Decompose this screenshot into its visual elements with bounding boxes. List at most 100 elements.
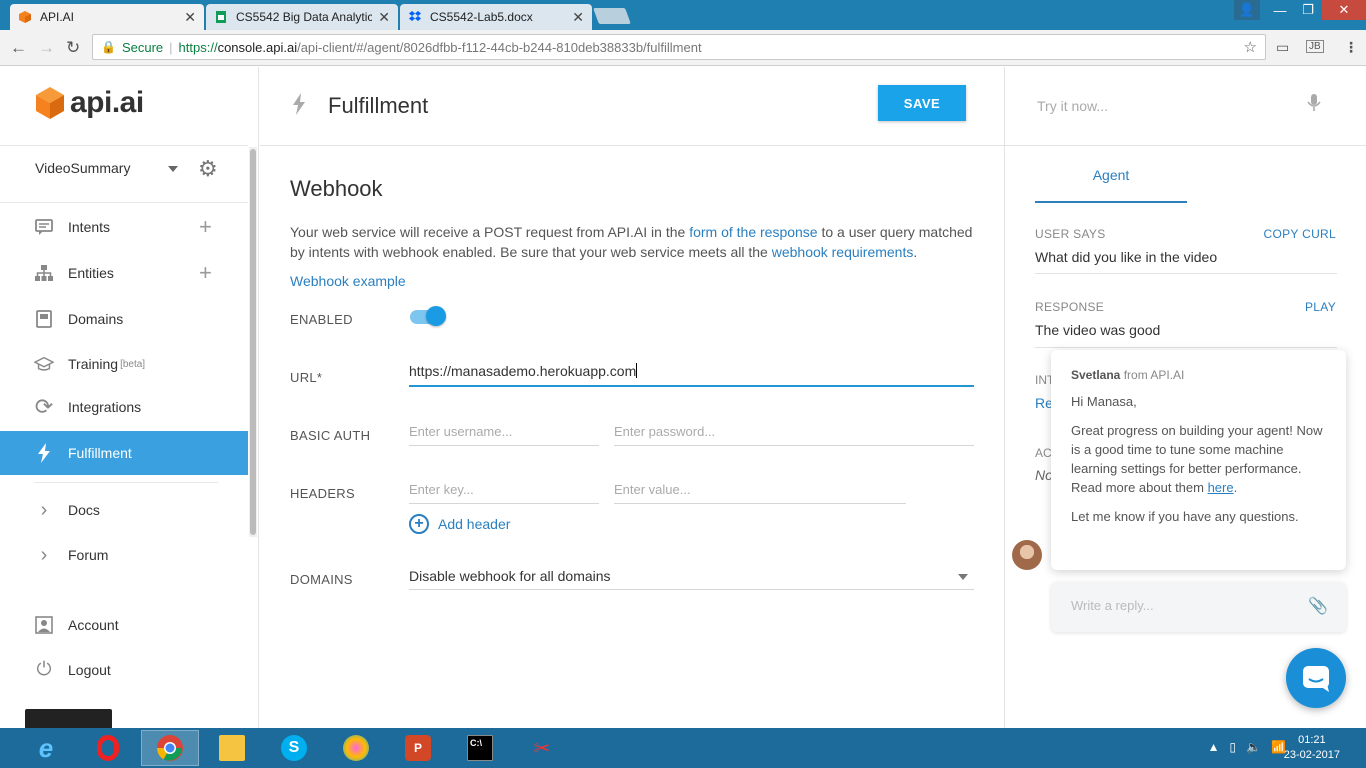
sidebar-item-training[interactable]: Training [beta] bbox=[0, 342, 248, 386]
webhook-enabled-toggle[interactable] bbox=[410, 306, 446, 326]
add-header-button[interactable]: + Add header bbox=[409, 514, 510, 534]
domains-select[interactable]: Disable webhook for all domains bbox=[409, 560, 974, 590]
microphone-icon[interactable] bbox=[1307, 93, 1321, 118]
cast-icon[interactable]: ▭ bbox=[1276, 39, 1289, 56]
opera-icon[interactable] bbox=[79, 730, 137, 766]
play-button[interactable]: PLAY bbox=[1305, 300, 1336, 314]
extension-jb-icon[interactable]: JB bbox=[1306, 40, 1324, 53]
password-input[interactable]: Enter password... bbox=[614, 420, 974, 446]
tab-title: CS5542 Big Data Analytic bbox=[236, 10, 373, 24]
close-tab-icon[interactable]: ✕ bbox=[184, 9, 196, 26]
menu-kebab-icon[interactable]: ⋮ bbox=[1344, 39, 1358, 56]
battery-icon[interactable]: ▯ bbox=[1229, 740, 1236, 754]
tab-agent[interactable]: Agent bbox=[1035, 165, 1187, 203]
sidebar-item-logout[interactable]: ⏻ Logout bbox=[0, 648, 248, 692]
tab-cs5542-lab5[interactable]: CS5542-Lab5.docx ✕ bbox=[400, 4, 592, 30]
tab-title: CS5542-Lab5.docx bbox=[430, 10, 533, 24]
reload-icon[interactable]: ↻ bbox=[66, 38, 80, 58]
powerpoint-icon[interactable]: P bbox=[389, 730, 447, 766]
window-close-icon[interactable]: ✕ bbox=[1322, 0, 1366, 20]
username-input[interactable]: Enter username... bbox=[409, 420, 599, 446]
book-icon bbox=[34, 309, 54, 329]
sidebar-item-integrations[interactable]: ⟳ Integrations bbox=[0, 385, 248, 429]
add-intent-plus-icon[interactable]: + bbox=[199, 214, 212, 240]
chat-icon bbox=[1303, 666, 1329, 692]
user-profile-icon[interactable]: 👤 bbox=[1234, 0, 1260, 20]
command-prompt-icon[interactable]: C:\ bbox=[451, 730, 509, 766]
collapsed-panel-tab[interactable] bbox=[25, 709, 112, 728]
sidebar-item-account[interactable]: Account bbox=[0, 603, 248, 647]
agent-selector[interactable]: VideoSummary ⚙ bbox=[0, 145, 248, 203]
sheets-icon bbox=[216, 11, 226, 23]
sidebar-item-forum[interactable]: › Forum bbox=[0, 533, 248, 577]
address-bar[interactable]: 🔒 Secure | https://console.api.ai/api-cl… bbox=[92, 34, 1266, 60]
gear-icon[interactable]: ⚙ bbox=[198, 156, 218, 182]
webhook-requirements-link[interactable]: webhook requirements bbox=[772, 244, 914, 260]
header-value-input[interactable]: Enter value... bbox=[614, 478, 906, 504]
sidebar-scrollbar-thumb[interactable] bbox=[250, 149, 256, 535]
chat-launcher-button[interactable] bbox=[1286, 648, 1346, 708]
show-hidden-icons-icon[interactable]: ▲ bbox=[1208, 740, 1220, 754]
chevron-right-icon: › bbox=[40, 543, 48, 566]
chat-here-link[interactable]: here bbox=[1208, 480, 1234, 495]
bookmark-star-icon[interactable]: ☆ bbox=[1244, 38, 1257, 56]
close-tab-icon[interactable]: ✕ bbox=[378, 9, 390, 26]
divider bbox=[34, 482, 218, 483]
copy-curl-button[interactable]: COPY CURL bbox=[1264, 227, 1337, 241]
url-label: URL* bbox=[290, 370, 323, 385]
chrome-icon[interactable] bbox=[141, 730, 199, 766]
url-host: console.api.ai bbox=[217, 39, 298, 55]
new-tab-button[interactable] bbox=[593, 8, 631, 24]
internet-explorer-icon[interactable]: e bbox=[17, 730, 75, 766]
sidebar-item-intents[interactable]: Intents + bbox=[0, 205, 248, 249]
chat-reply-input[interactable]: Write a reply... 📎 bbox=[1051, 582, 1346, 632]
text-caret bbox=[636, 363, 638, 378]
volume-icon[interactable]: 🔈 bbox=[1246, 740, 1261, 754]
agent-name: VideoSummary bbox=[35, 160, 131, 176]
clock-date: 23-02-2017 bbox=[1283, 749, 1340, 761]
browser-tab-strip: API.AI ✕ CS5542 Big Data Analytic ✕ CS55… bbox=[0, 0, 1366, 30]
page-header: Fulfillment SAVE bbox=[260, 67, 1004, 146]
intercom-message-card[interactable]: Svetlana from API.AI Hi Manasa, Great pr… bbox=[1051, 350, 1346, 570]
sidebar-item-fulfillment[interactable]: Fulfillment bbox=[0, 431, 248, 475]
bolt-icon bbox=[34, 443, 54, 463]
paperclip-icon[interactable]: 📎 bbox=[1308, 596, 1328, 616]
file-explorer-icon[interactable] bbox=[203, 730, 261, 766]
sidebar-item-label: Logout bbox=[68, 662, 111, 678]
webhook-example-link[interactable]: Webhook example bbox=[290, 273, 406, 289]
close-tab-icon[interactable]: ✕ bbox=[572, 9, 584, 26]
save-button[interactable]: SAVE bbox=[878, 85, 966, 121]
caret-down-icon[interactable] bbox=[168, 166, 178, 172]
back-arrow-icon[interactable]: ← bbox=[10, 38, 27, 58]
api-ai-logo[interactable]: api.ai bbox=[34, 85, 144, 121]
sidebar-item-label: Docs bbox=[68, 502, 100, 518]
skype-icon[interactable]: S bbox=[265, 730, 323, 766]
sidebar-item-docs[interactable]: › Docs bbox=[0, 488, 248, 532]
logo-text: api.ai bbox=[70, 86, 144, 119]
try-it-now-bar: Try it now... bbox=[1005, 67, 1366, 146]
sidebar-item-entities[interactable]: Entities + bbox=[0, 251, 248, 295]
url-protocol: https:// bbox=[178, 39, 218, 55]
restore-icon[interactable]: ❐ bbox=[1294, 0, 1322, 20]
enabled-label: ENABLED bbox=[290, 312, 353, 327]
form-of-response-link[interactable]: form of the response bbox=[689, 224, 817, 240]
paint-icon[interactable] bbox=[327, 730, 385, 766]
refresh-icon: ⟳ bbox=[34, 394, 54, 419]
caret-down-icon bbox=[958, 574, 968, 580]
minimize-icon[interactable]: — bbox=[1266, 0, 1294, 20]
user-says-label: USER SAYS bbox=[1035, 227, 1106, 241]
taskbar-clock[interactable]: 01:21 23-02-2017 bbox=[1284, 733, 1340, 763]
add-entity-plus-icon[interactable]: + bbox=[199, 260, 212, 286]
tab-cs5542-sheet[interactable]: CS5542 Big Data Analytic ✕ bbox=[206, 4, 398, 30]
header-key-input[interactable]: Enter key... bbox=[409, 478, 599, 504]
webhook-url-input[interactable]: https://manasademo.herokuapp.com bbox=[409, 359, 974, 387]
chat-message-body: Hi Manasa, Great progress on building yo… bbox=[1071, 394, 1323, 524]
try-it-now-input[interactable]: Try it now... bbox=[1037, 98, 1108, 114]
forward-arrow-icon[interactable]: → bbox=[38, 38, 55, 58]
tab-api-ai[interactable]: API.AI ✕ bbox=[10, 4, 204, 30]
chat-bubble-icon bbox=[34, 217, 54, 237]
sidebar-item-label: Integrations bbox=[68, 399, 142, 415]
sidebar-item-domains[interactable]: Domains bbox=[0, 297, 248, 341]
snipping-tool-icon[interactable]: ✂ bbox=[513, 730, 571, 766]
sidebar-item-label: Training bbox=[68, 356, 119, 372]
